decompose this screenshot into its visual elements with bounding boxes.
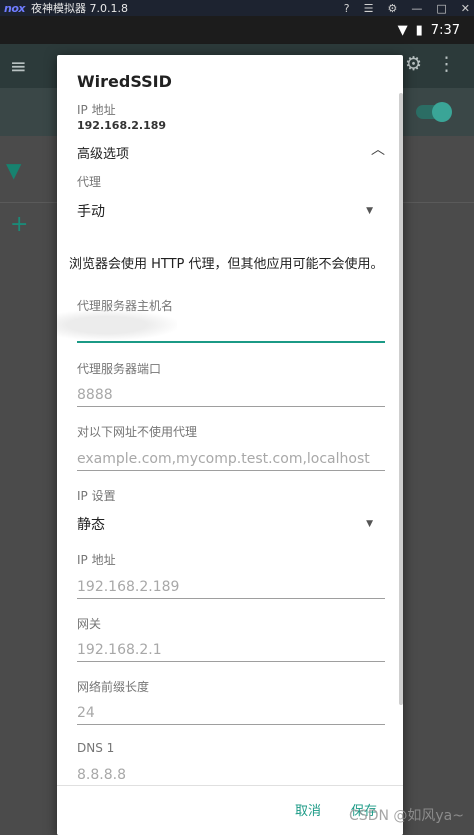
gateway-input[interactable] (77, 638, 385, 662)
dropdown-arrow-icon[interactable]: ▼ (366, 206, 373, 216)
proxy-port-input[interactable] (77, 383, 385, 407)
network-config-dialog: WiredSSID IP 地址 192.168.2.189 高级选项 ︿ 代理 … (57, 55, 403, 835)
nox-logo: nox (4, 1, 25, 15)
android-status-bar: ▼ ▮ 7:37 (0, 16, 474, 44)
static-ip-label: IP 地址 (77, 553, 116, 567)
emulator-title-bar: nox 夜神模拟器 7.0.1.8 ? ☰ ⚙ — □ ✕ (0, 0, 474, 16)
close-icon[interactable]: ✕ (461, 2, 470, 15)
static-ip-input[interactable] (77, 575, 385, 599)
ip-address-label: IP 地址 (77, 103, 116, 117)
emulator-window-controls: ? ☰ ⚙ — □ ✕ (344, 0, 470, 16)
hamburger-menu-icon: ≡ (10, 54, 27, 78)
wifi-toggle (416, 102, 452, 122)
proxy-warning-text: 浏览器会使用 HTTP 代理，但其他应用可能不会使用。 (69, 257, 384, 272)
dns1-label: DNS 1 (77, 741, 115, 755)
advanced-options-label[interactable]: 高级选项 (77, 143, 129, 162)
prefix-length-input[interactable] (77, 701, 385, 725)
prefix-length-label: 网络前缀长度 (77, 680, 150, 694)
ip-settings-label: IP 设置 (77, 489, 116, 503)
dns1-input[interactable] (77, 763, 385, 787)
status-time: 7:37 (430, 22, 460, 38)
blurred-region (57, 310, 177, 340)
proxy-port-label: 代理服务器端口 (77, 362, 162, 376)
dropdown-arrow-icon[interactable]: ▼ (366, 519, 373, 529)
csdn-watermark: CSDN @如风ya~ (349, 808, 464, 824)
ip-address-value: 192.168.2.189 (77, 119, 167, 132)
proxy-spinner[interactable]: 手动 (77, 201, 105, 221)
gear-icon: ⚙ (404, 53, 422, 75)
bypass-input[interactable] (77, 447, 385, 471)
settings-icon[interactable]: ⚙ (388, 2, 398, 15)
dialog-title: WiredSSID (77, 72, 172, 91)
more-vert-icon: ⋮ (437, 53, 456, 75)
wifi-icon: ▼ (6, 158, 22, 182)
wifi-signal-icon: ▼ (397, 22, 408, 38)
emulator-title: 夜神模拟器 7.0.1.8 (30, 2, 128, 15)
battery-icon: ▮ (415, 22, 423, 38)
maximize-icon[interactable]: □ (436, 2, 446, 15)
chevron-up-icon[interactable]: ︿ (371, 139, 385, 159)
proxy-label: 代理 (77, 175, 102, 189)
menu-icon[interactable]: ☰ (364, 2, 374, 15)
help-icon[interactable]: ? (344, 2, 350, 15)
dialog-scrollbar[interactable] (399, 93, 403, 705)
add-network-icon: + (10, 212, 29, 237)
bypass-label: 对以下网址不使用代理 (77, 425, 198, 439)
gateway-label: 网关 (77, 617, 102, 631)
ip-settings-spinner[interactable]: 静态 (77, 514, 105, 534)
cancel-button[interactable]: 取消 (295, 800, 321, 819)
minimize-icon[interactable]: — (411, 2, 422, 15)
